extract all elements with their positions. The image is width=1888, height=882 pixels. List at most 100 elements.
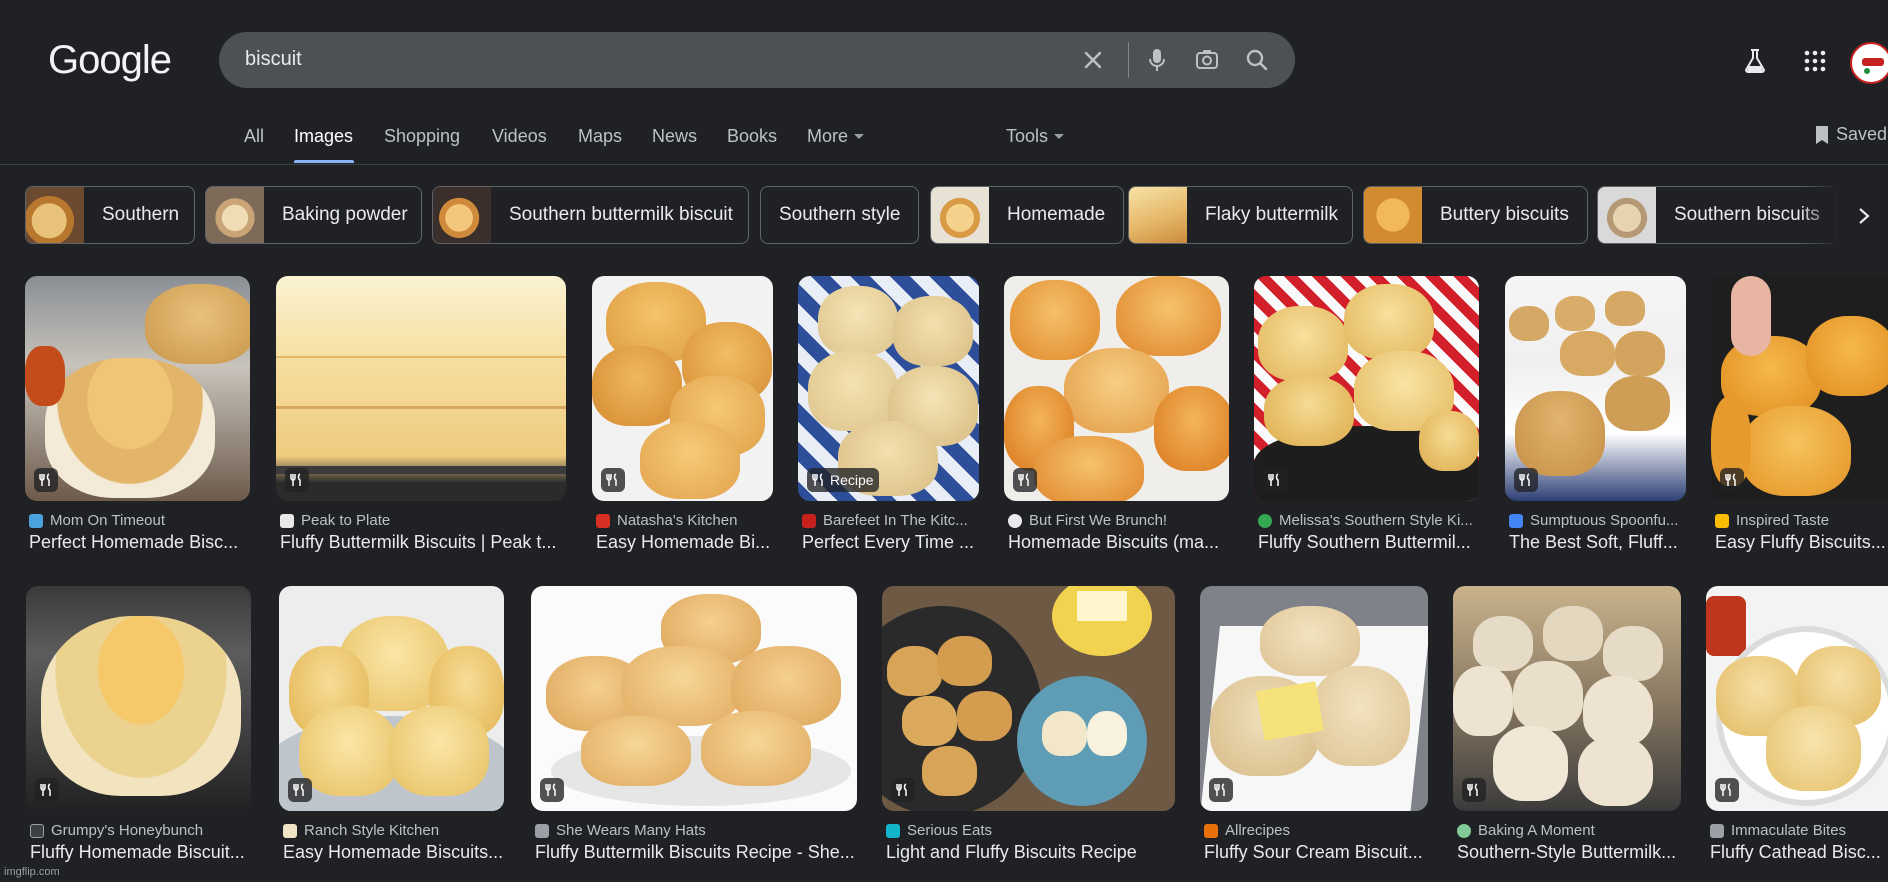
result-title[interactable]: Fluffy Southern Buttermil... xyxy=(1258,532,1482,553)
result-source[interactable]: Serious Eats xyxy=(886,822,1174,839)
result-title[interactable]: Fluffy Buttermilk Biscuits Recipe - She.… xyxy=(535,842,858,863)
result-source[interactable]: Sumptuous Spoonfu... xyxy=(1509,512,1687,529)
labs-flask-icon[interactable] xyxy=(1740,46,1770,76)
account-avatar[interactable] xyxy=(1850,42,1888,84)
source-name: Grumpy's Honeybunch xyxy=(51,822,204,839)
chip-southern-style[interactable]: Southern style xyxy=(760,186,919,244)
source-name: Peak to Plate xyxy=(301,512,391,529)
source-name: Immaculate Bites xyxy=(1731,822,1847,839)
favicon xyxy=(280,513,294,528)
saved-label: Saved xyxy=(1836,124,1888,144)
source-name: Barefeet In The Kitc... xyxy=(823,512,968,529)
chip-southern[interactable]: Southern xyxy=(25,186,195,244)
search-icon[interactable] xyxy=(1243,46,1271,74)
image-result[interactable] xyxy=(1200,586,1428,811)
tab-books[interactable]: Books xyxy=(727,126,777,147)
result-title[interactable]: Fluffy Buttermilk Biscuits | Peak t... xyxy=(280,532,568,553)
tab-images[interactable]: Images xyxy=(294,126,353,147)
fork-knife-icon xyxy=(40,783,51,796)
result-source[interactable]: Peak to Plate xyxy=(280,512,565,529)
result-title[interactable]: Perfect Homemade Bisc... xyxy=(29,532,251,553)
image-result[interactable] xyxy=(1254,276,1479,501)
chip-label: Southern style xyxy=(779,204,901,225)
tab-news[interactable]: News xyxy=(652,126,697,147)
google-logo[interactable]: Google xyxy=(48,38,172,83)
tab-maps[interactable]: Maps xyxy=(578,126,622,147)
tab-videos[interactable]: Videos xyxy=(492,126,547,147)
tools-button[interactable]: Tools xyxy=(1006,126,1065,147)
image-result[interactable] xyxy=(26,586,251,811)
image-result[interactable] xyxy=(276,276,566,501)
image-result[interactable] xyxy=(1505,276,1686,501)
result-title[interactable]: Fluffy Cathead Bisc... xyxy=(1710,842,1888,863)
saved-button[interactable]: Saved xyxy=(1814,124,1887,145)
fork-knife-icon xyxy=(1214,783,1225,796)
result-source[interactable]: Melissa's Southern Style Ki... xyxy=(1258,512,1480,529)
chip-buttery-biscuits[interactable]: Buttery biscuits xyxy=(1363,186,1588,244)
source-name: Baking A Moment xyxy=(1478,822,1595,839)
result-source[interactable]: Inspired Taste xyxy=(1715,512,1888,529)
source-name: She Wears Many Hats xyxy=(556,822,706,839)
result-source[interactable]: Natasha's Kitchen xyxy=(596,512,774,529)
result-source[interactable]: Baking A Moment xyxy=(1457,822,1681,839)
image-result[interactable] xyxy=(279,586,504,811)
result-title[interactable]: Easy Homemade Biscuits... xyxy=(283,842,505,863)
search-bar[interactable]: biscuit xyxy=(219,32,1295,88)
tab-all[interactable]: All xyxy=(244,126,264,147)
recipe-badge xyxy=(34,468,58,492)
chip-thumbnail xyxy=(1598,187,1656,243)
active-tab-indicator xyxy=(294,160,354,163)
recipe-badge xyxy=(1013,468,1037,492)
result-source[interactable]: Barefeet In The Kitc... xyxy=(802,512,980,529)
favicon xyxy=(29,513,43,528)
chip-baking-powder[interactable]: Baking powder xyxy=(205,186,422,244)
result-title[interactable]: Fluffy Sour Cream Biscuit... xyxy=(1204,842,1430,863)
result-source[interactable]: Immaculate Bites xyxy=(1710,822,1888,839)
clear-icon[interactable] xyxy=(1079,46,1107,74)
result-source[interactable]: Grumpy's Honeybunch xyxy=(30,822,250,839)
result-title[interactable]: Perfect Every Time ... xyxy=(802,532,982,553)
favicon xyxy=(1204,823,1218,838)
recipe-badge xyxy=(35,778,59,802)
image-result[interactable] xyxy=(592,276,773,501)
image-result[interactable]: Recipe xyxy=(798,276,979,501)
camera-lens-icon[interactable] xyxy=(1193,46,1221,74)
chip-thumbnail xyxy=(433,187,491,243)
result-title[interactable]: Fluffy Homemade Biscuit... xyxy=(30,842,252,863)
result-source[interactable]: Mom On Timeout xyxy=(29,512,249,529)
result-title[interactable]: Light and Fluffy Biscuits Recipe xyxy=(886,842,1176,863)
image-result[interactable] xyxy=(1453,586,1681,811)
favicon xyxy=(30,823,44,838)
image-result[interactable] xyxy=(1706,586,1888,811)
chip-homemade[interactable]: Homemade xyxy=(930,186,1124,244)
chip-label: Southern buttermilk biscuit xyxy=(509,204,733,225)
result-source[interactable]: She Wears Many Hats xyxy=(535,822,855,839)
tab-shopping[interactable]: Shopping xyxy=(384,126,460,147)
result-title[interactable]: The Best Soft, Fluff... xyxy=(1509,532,1689,553)
result-source[interactable]: Ranch Style Kitchen xyxy=(283,822,503,839)
tab-more[interactable]: More xyxy=(807,126,865,147)
result-title[interactable]: Homemade Biscuits (ma... xyxy=(1008,532,1232,553)
microphone-icon[interactable] xyxy=(1143,46,1171,74)
result-source[interactable]: Allrecipes xyxy=(1204,822,1428,839)
caret-down-icon xyxy=(854,133,865,139)
recipe-badge xyxy=(540,778,564,802)
result-title[interactable]: Southern-Style Buttermilk... xyxy=(1457,842,1683,863)
result-source[interactable]: But First We Brunch! xyxy=(1008,512,1230,529)
result-title[interactable]: Easy Homemade Bi... xyxy=(596,532,776,553)
image-result[interactable] xyxy=(1711,276,1888,501)
apps-grid-icon[interactable] xyxy=(1800,46,1830,76)
image-result[interactable] xyxy=(1004,276,1229,501)
result-title[interactable]: Easy Fluffy Biscuits... xyxy=(1715,532,1888,553)
chevron-right-icon[interactable] xyxy=(1852,204,1876,228)
fork-knife-icon xyxy=(1720,783,1731,796)
image-result[interactable] xyxy=(882,586,1175,811)
image-result[interactable] xyxy=(25,276,250,501)
search-input[interactable]: biscuit xyxy=(245,48,302,71)
source-name: Ranch Style Kitchen xyxy=(304,822,440,839)
image-result[interactable] xyxy=(531,586,857,811)
chip-southern-buttermilk-biscuit[interactable]: Southern buttermilk biscuit xyxy=(432,186,749,244)
favicon xyxy=(1710,823,1724,838)
fork-knife-icon xyxy=(1725,473,1736,486)
chip-flaky-buttermilk[interactable]: Flaky buttermilk xyxy=(1128,186,1353,244)
